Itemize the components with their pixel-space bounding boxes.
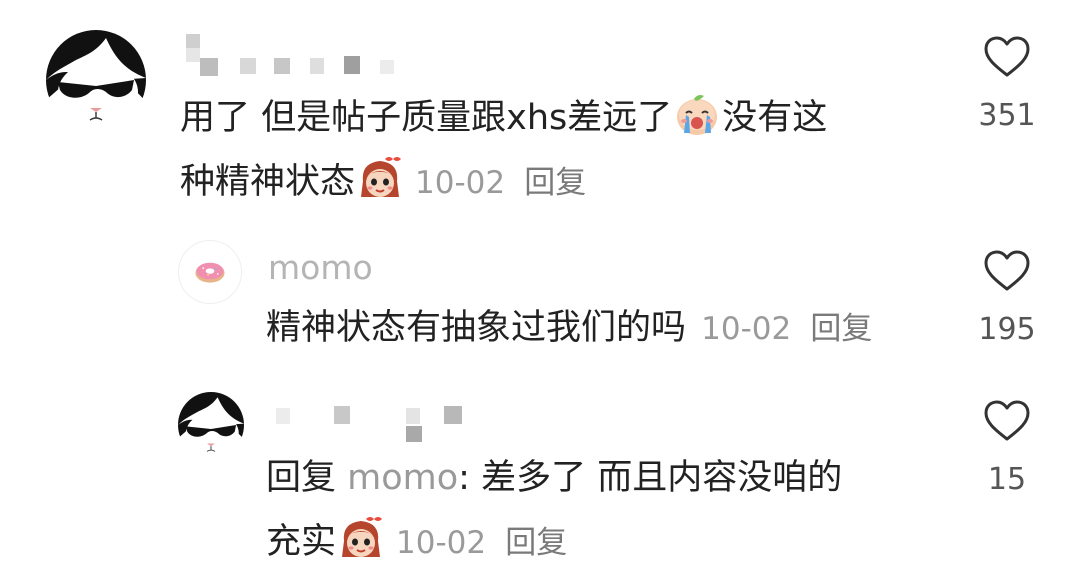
comment-text: 用了 但是帖子质量跟xhs差远了 没有这 种精神状态 10-02 回复 <box>180 86 940 214</box>
user-avatar[interactable] <box>178 392 244 458</box>
username[interactable]: momo <box>268 248 373 288</box>
like-count: 15 <box>987 462 1027 497</box>
comment-text-part: : 差多了 而且内容没咱的 <box>458 458 843 498</box>
reply-button[interactable]: 回复 <box>524 165 586 201</box>
reply-prefix: 回复 <box>266 458 337 498</box>
user-avatar[interactable] <box>178 240 242 304</box>
reply-button[interactable]: 回复 <box>505 525 567 561</box>
comment-date: 10-02 <box>701 311 792 347</box>
like-control[interactable]: 351 <box>962 36 1052 134</box>
comment-text-part: 用了 但是帖子质量跟xhs差远了 <box>180 98 673 138</box>
heart-icon[interactable] <box>984 250 1030 292</box>
comment-text-part: 没有这 <box>722 98 828 138</box>
comment-line: 充实 10-02 回复 <box>266 510 966 574</box>
user-avatar[interactable] <box>46 30 146 130</box>
cat-sunglasses-avatar-icon <box>46 30 146 130</box>
comment-text-part: 充实 <box>266 522 337 562</box>
cat-sunglasses-avatar-icon <box>178 392 244 458</box>
heart-icon[interactable] <box>984 36 1030 78</box>
reply-button[interactable]: 回复 <box>810 311 872 347</box>
crying-peach-emoji-icon <box>674 91 720 137</box>
comment-text: 回复 momo: 差多了 而且内容没咱的 充实 10-02 回复 <box>266 446 966 574</box>
girl-face-emoji-icon <box>357 155 403 201</box>
comment-date: 10-02 <box>396 525 487 561</box>
comment-item: 用了 但是帖子质量跟xhs差远了 没有这 种精神状态 10-02 回复 351 <box>0 0 1080 230</box>
comment-line: 精神状态有抽象过我们的吗 10-02 回复 <box>266 296 966 360</box>
comment-line: 回复 momo: 差多了 而且内容没咱的 <box>266 446 966 510</box>
comment-text-part: 精神状态有抽象过我们的吗 <box>266 308 687 348</box>
comment-line: 用了 但是帖子质量跟xhs差远了 没有这 <box>180 86 940 150</box>
comment-text: 精神状态有抽象过我们的吗 10-02 回复 <box>266 296 966 360</box>
like-count: 195 <box>978 312 1036 347</box>
comment-line: 种精神状态 10-02 回复 <box>180 150 940 214</box>
girl-face-emoji-icon <box>338 515 384 561</box>
blurred-username <box>276 406 466 446</box>
comment-text-part: 种精神状态 <box>180 162 356 202</box>
reply-item: 回复 momo: 差多了 而且内容没咱的 充实 10-02 回复 15 <box>0 380 1080 580</box>
like-control[interactable]: 195 <box>962 250 1052 348</box>
heart-icon[interactable] <box>984 400 1030 442</box>
like-control[interactable]: 15 <box>962 400 1052 498</box>
donut-avatar-icon <box>179 241 241 303</box>
mention-link[interactable]: momo <box>347 458 458 498</box>
comment-date: 10-02 <box>415 165 506 201</box>
like-count: 351 <box>978 98 1036 133</box>
blurred-username <box>186 34 396 78</box>
reply-item: momo 精神状态有抽象过我们的吗 10-02 回复 195 <box>0 230 1080 380</box>
